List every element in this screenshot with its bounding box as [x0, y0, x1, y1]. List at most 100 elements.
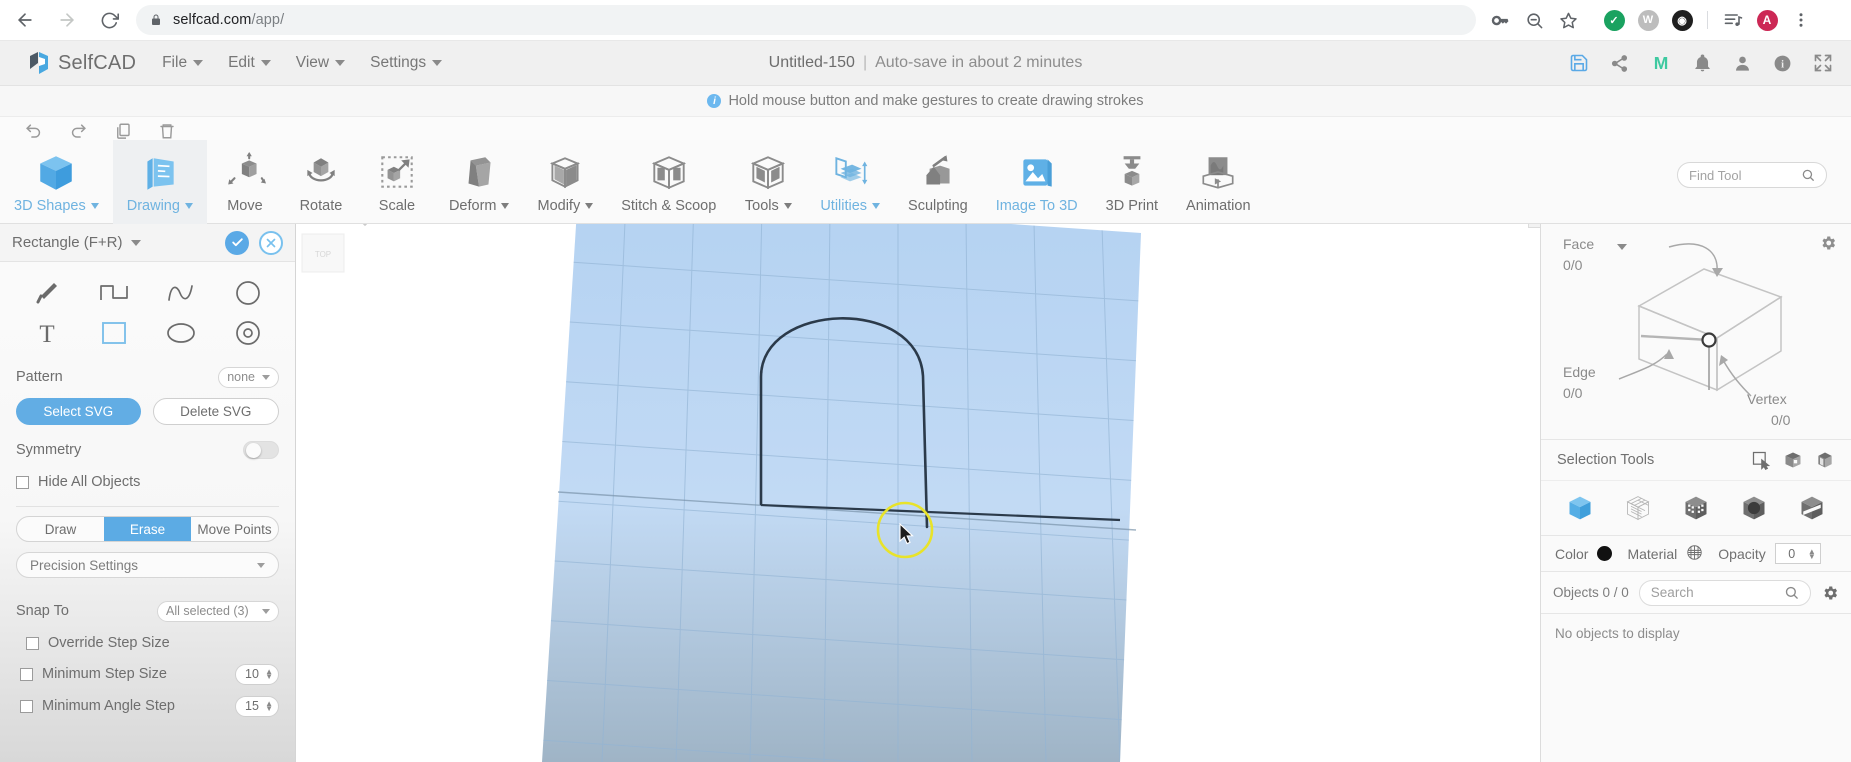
avatar[interactable]: A	[1751, 4, 1783, 36]
share-icon[interactable]	[1610, 54, 1629, 73]
rectangle-tool-icon[interactable]	[81, 314, 148, 352]
viewport-thumbnail: TOP	[301, 233, 345, 273]
find-tool-input[interactable]: Find Tool	[1677, 162, 1827, 188]
light-icon[interactable]	[356, 224, 374, 235]
ribbon-item-3d-shapes[interactable]: 3D Shapes	[0, 140, 113, 224]
fullscreen-icon[interactable]	[1813, 53, 1833, 73]
circle-tool-icon[interactable]	[214, 274, 281, 312]
ellipse-tool-icon[interactable]	[148, 314, 215, 352]
bookmark-star-icon[interactable]	[1552, 4, 1584, 36]
minimum-angle-step-stepper[interactable]: 15 ▲ ▼	[235, 695, 279, 717]
ribbon-item-rotate[interactable]: Rotate	[283, 140, 359, 224]
autosave-status: Auto-save in about 2 minutes	[875, 54, 1083, 71]
ribbon-item-drawing[interactable]: Drawing	[112, 140, 207, 224]
ribbon-item-3d-print[interactable]: 3D Print	[1092, 140, 1172, 224]
lasso-select-icon[interactable]	[1815, 450, 1835, 470]
info-icon[interactable]: i	[1773, 54, 1792, 73]
back-arrow-icon[interactable]	[8, 3, 42, 37]
objects-settings-gear-icon[interactable]	[1821, 584, 1839, 602]
hide-all-objects-row[interactable]: Hide All Objects	[0, 467, 295, 497]
symmetry-toggle[interactable]	[243, 441, 279, 459]
polyline-tool-icon[interactable]	[81, 274, 148, 312]
minimum-step-size-stepper[interactable]: 10 ▲ ▼	[235, 663, 279, 685]
playlist-music-icon[interactable]	[1717, 4, 1749, 36]
copy-button[interactable]	[114, 122, 132, 140]
rectangle-select-icon[interactable]	[1751, 450, 1771, 470]
opacity-input[interactable]: 0 ▲ ▼	[1774, 543, 1821, 564]
ribbon-item-scale[interactable]: Scale	[359, 140, 435, 224]
face-mode-icon[interactable]	[1740, 494, 1768, 522]
snap-to-select[interactable]: All selected (3)	[157, 600, 279, 622]
ribbon-item-utilities[interactable]: Utilities	[806, 140, 894, 224]
forward-arrow-icon[interactable]	[50, 3, 84, 37]
3d-viewport[interactable]: TOP ‹ ›	[296, 224, 1540, 762]
address-bar[interactable]: selfcad.com/app/	[136, 5, 1476, 35]
material-swatch-icon[interactable]	[1686, 544, 1703, 564]
record-extension-icon[interactable]: ◉	[1666, 4, 1698, 36]
delete-button[interactable]	[158, 122, 176, 140]
ribbon-item-stitch-scoop[interactable]: Stitch & Scoop	[607, 140, 730, 224]
empty-objects-message: No objects to display	[1555, 626, 1680, 641]
password-key-icon[interactable]	[1484, 4, 1516, 36]
ribbon-item-move[interactable]: Move	[207, 140, 283, 224]
search-input[interactable]: Search	[1638, 579, 1811, 606]
ribbon-item-image-to-3d[interactable]: Image To 3D	[982, 140, 1092, 224]
curve-tool-icon[interactable]	[148, 274, 215, 312]
mode-erase-button[interactable]: Erase	[104, 517, 191, 541]
ribbon-item-animation[interactable]: Animation	[1172, 140, 1264, 224]
spinner-arrows-icon[interactable]: ▲ ▼	[265, 668, 273, 681]
viewport-canvas[interactable]: TOP	[296, 224, 1540, 762]
chevron-down-icon[interactable]	[1617, 244, 1627, 250]
select-svg-button[interactable]: Select SVG	[16, 398, 141, 425]
zoom-out-icon[interactable]	[1518, 4, 1550, 36]
document-name[interactable]: Untitled-150	[769, 54, 855, 72]
spinner-arrows-icon[interactable]: ▲ ▼	[1808, 547, 1816, 560]
pattern-row: Pattern none	[0, 360, 295, 394]
redo-button[interactable]	[69, 122, 88, 141]
m-logo-icon[interactable]: M	[1650, 53, 1672, 73]
mode-move-points-button[interactable]: Move Points	[191, 517, 278, 541]
w-extension-icon[interactable]: W	[1632, 4, 1664, 36]
cancel-button[interactable]	[259, 230, 283, 255]
ribbon-item-deform[interactable]: Deform	[435, 140, 524, 224]
rotate-icon	[300, 151, 342, 195]
minimum-angle-step-checkbox[interactable]	[20, 699, 33, 713]
precision-settings-select[interactable]: Precision Settings	[16, 552, 279, 578]
box-select-icon[interactable]	[1783, 450, 1803, 470]
brush-tool-icon[interactable]	[14, 274, 81, 312]
chevron-down-icon[interactable]	[131, 239, 142, 246]
right-panel-collapse-button[interactable]: ›	[1528, 224, 1540, 228]
mode-draw-button[interactable]: Draw	[17, 517, 104, 541]
minimum-step-size-checkbox[interactable]	[20, 667, 33, 681]
override-step-size-row[interactable]: Override Step Size	[0, 628, 295, 658]
delete-svg-button[interactable]: Delete SVG	[152, 398, 279, 425]
hide-all-objects-checkbox[interactable]	[16, 475, 29, 489]
ribbon-item-sculpting[interactable]: Sculpting	[894, 140, 982, 224]
ribbon-item-modify[interactable]: Modify	[523, 140, 607, 224]
face-label[interactable]: Face	[1563, 236, 1594, 252]
edge-label[interactable]: Edge	[1563, 364, 1596, 380]
object-mode-icon[interactable]	[1566, 494, 1594, 522]
ring-tool-icon[interactable]	[214, 314, 281, 352]
ribbon-item-tools[interactable]: Tools	[730, 140, 806, 224]
reload-icon[interactable]	[92, 3, 126, 37]
gear-icon[interactable]	[1819, 234, 1837, 257]
vertex-mode-icon[interactable]	[1682, 494, 1710, 522]
spinner-arrows-icon[interactable]: ▲ ▼	[265, 700, 273, 713]
color-swatch[interactable]	[1597, 546, 1613, 561]
override-step-size-checkbox[interactable]	[26, 636, 39, 650]
wireframe-mode-icon[interactable]	[1624, 494, 1652, 522]
notifications-bell-icon[interactable]	[1693, 54, 1712, 73]
user-account-icon[interactable]	[1733, 54, 1752, 73]
edge-count: 0/0	[1563, 385, 1583, 401]
menu-dots-icon[interactable]	[1785, 4, 1817, 36]
text-tool-icon[interactable]: T	[14, 314, 81, 352]
checkmark-extension-icon[interactable]: ✓	[1598, 4, 1630, 36]
confirm-button[interactable]	[225, 230, 249, 255]
pattern-select[interactable]: none	[218, 366, 279, 388]
search-placeholder: Search	[1650, 585, 1694, 600]
edge-mode-icon[interactable]	[1798, 494, 1826, 522]
undo-button[interactable]	[24, 122, 43, 141]
save-icon[interactable]	[1569, 53, 1589, 73]
vertex-label[interactable]: Vertex	[1747, 391, 1787, 407]
